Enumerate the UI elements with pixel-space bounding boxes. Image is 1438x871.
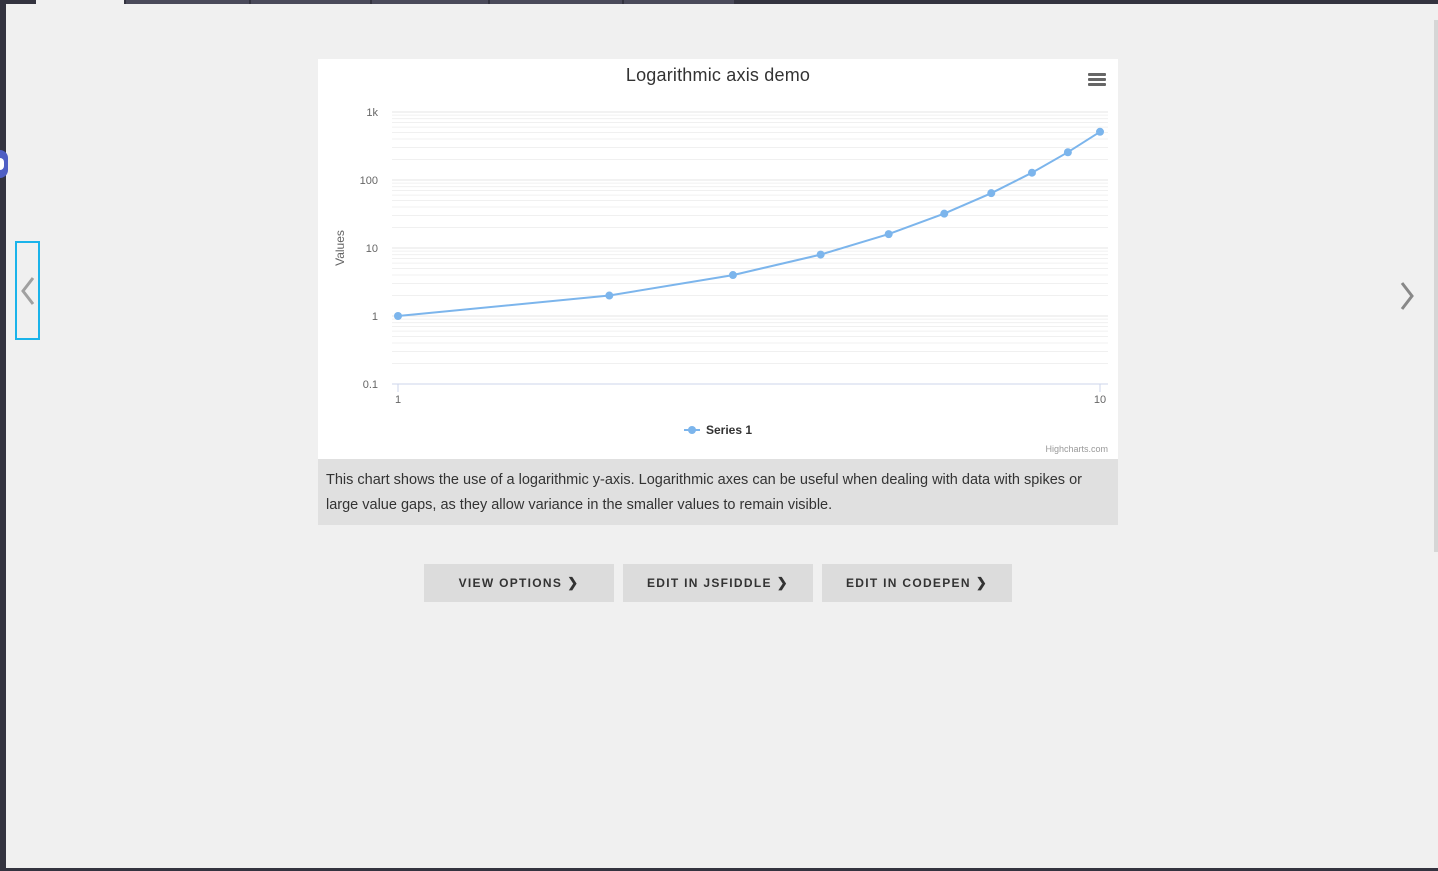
legend-label: Series 1 — [705, 423, 753, 437]
button-label: EDIT IN JSFIDDLE — [646, 576, 772, 590]
chevron-left-icon — [20, 276, 34, 305]
data-point — [940, 209, 949, 218]
chart-plot: 0.1 1 10 100 1k 1 10 — [360, 107, 1108, 406]
edit-codepen-button[interactable]: EDIT IN CODEPEN ❯ — [822, 564, 1012, 602]
y-tick-label: 10 — [366, 243, 378, 255]
legend-marker-icon — [683, 426, 700, 434]
data-point — [1096, 127, 1104, 136]
y-tick-label: 1 — [372, 311, 378, 323]
chevron-right-icon — [1400, 282, 1414, 310]
data-point — [605, 291, 614, 300]
button-label: VIEW OPTIONS — [458, 576, 563, 590]
chart-description: This chart shows the use of a logarithmi… — [318, 459, 1118, 525]
edit-jsfiddle-button[interactable]: EDIT IN JSFIDDLE ❯ — [623, 564, 813, 602]
side-panel-toggle[interactable] — [0, 150, 8, 178]
previous-chart-button[interactable] — [15, 241, 40, 340]
chevron-right-icon: ❯ — [975, 575, 989, 590]
data-point — [728, 271, 737, 280]
credits-link[interactable]: Highcharts.com — [1045, 444, 1108, 454]
data-point — [394, 312, 402, 320]
chevron-right-icon: ❯ — [776, 575, 789, 590]
chevron-right-icon: ❯ — [567, 575, 580, 590]
y-tick-label: 100 — [360, 175, 378, 187]
legend-item-series-1[interactable]: Series 1 — [318, 423, 1118, 437]
x-tick-label: 10 — [1094, 394, 1106, 406]
data-point — [884, 230, 893, 239]
next-chart-button[interactable] — [1392, 275, 1422, 317]
y-axis-title: Values — [333, 230, 347, 266]
scrollbar-thumb[interactable] — [1434, 20, 1438, 552]
data-point — [987, 189, 996, 198]
data-point — [1027, 168, 1036, 177]
button-label: EDIT IN CODEPEN — [845, 576, 971, 590]
y-tick-label: 0.1 — [363, 379, 378, 391]
chart-container: Logarithmic axis demo 0.1 1 10 100 1k 1 10 Ser… — [318, 59, 1118, 459]
view-options-button[interactable]: VIEW OPTIONS ❯ — [424, 564, 614, 602]
data-point — [1063, 148, 1072, 157]
x-tick-label: 1 — [395, 394, 401, 406]
data-point — [816, 250, 825, 259]
y-tick-label: 1k — [366, 107, 378, 119]
